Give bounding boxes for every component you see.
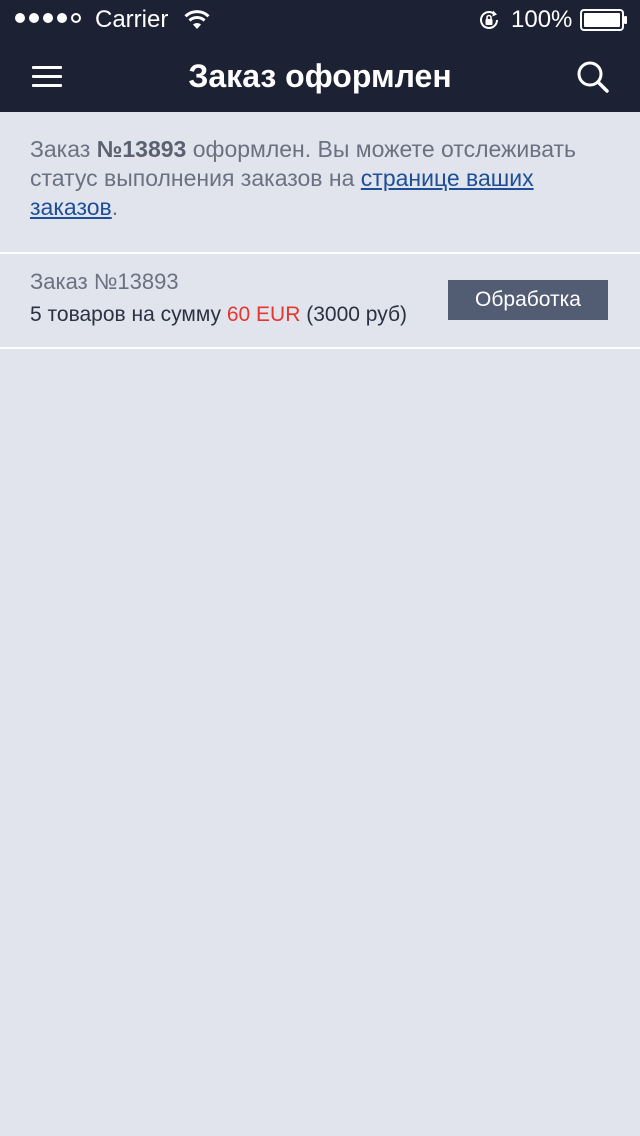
search-icon[interactable]: [570, 56, 616, 98]
hamburger-menu-icon-line: [32, 66, 62, 69]
order-status-button[interactable]: Обработка: [448, 280, 608, 320]
signal-strength-icon: [15, 13, 81, 27]
order-list-item[interactable]: Заказ №13893 5 товаров на сумму 60 EUR (…: [0, 255, 640, 347]
carrier-name: Carrier: [95, 6, 169, 33]
order-items-count: 5 товаров на сумму: [30, 303, 227, 326]
menu-button[interactable]: [24, 58, 70, 94]
status-bar: Carrier 100%: [0, 0, 640, 40]
message-suffix: .: [111, 194, 119, 220]
signal-dot: [43, 13, 53, 23]
message-prefix: Заказ: [30, 136, 97, 162]
divider: [0, 347, 640, 349]
signal-dot: [57, 13, 67, 23]
order-price: 60 EUR: [226, 303, 301, 326]
battery-icon: [580, 9, 627, 31]
signal-dot: [15, 13, 25, 23]
order-number: №13893: [96, 136, 187, 162]
top-bar: Carrier 100% Заказ оформлен: [0, 0, 640, 112]
divider: [0, 252, 640, 254]
navigation-bar: Заказ оформлен: [0, 40, 640, 112]
battery-percentage: 100%: [511, 6, 573, 33]
orientation-lock-icon: [480, 10, 498, 29]
hamburger-menu-icon-line: [32, 75, 62, 78]
hamburger-menu-icon-line: [32, 84, 62, 87]
signal-dot: [71, 13, 81, 23]
signal-dot: [29, 13, 39, 23]
order-price-rub: (3000 руб): [300, 303, 407, 326]
wifi-icon: [184, 10, 210, 29]
order-summary: 5 товаров на сумму 60 EUR (3000 руб): [30, 302, 407, 328]
page-title: Заказ оформлен: [188, 58, 452, 94]
order-title: Заказ №13893: [30, 269, 179, 294]
order-confirmation-message: Заказ №13893 оформлен. Вы можете отслежи…: [30, 135, 610, 222]
